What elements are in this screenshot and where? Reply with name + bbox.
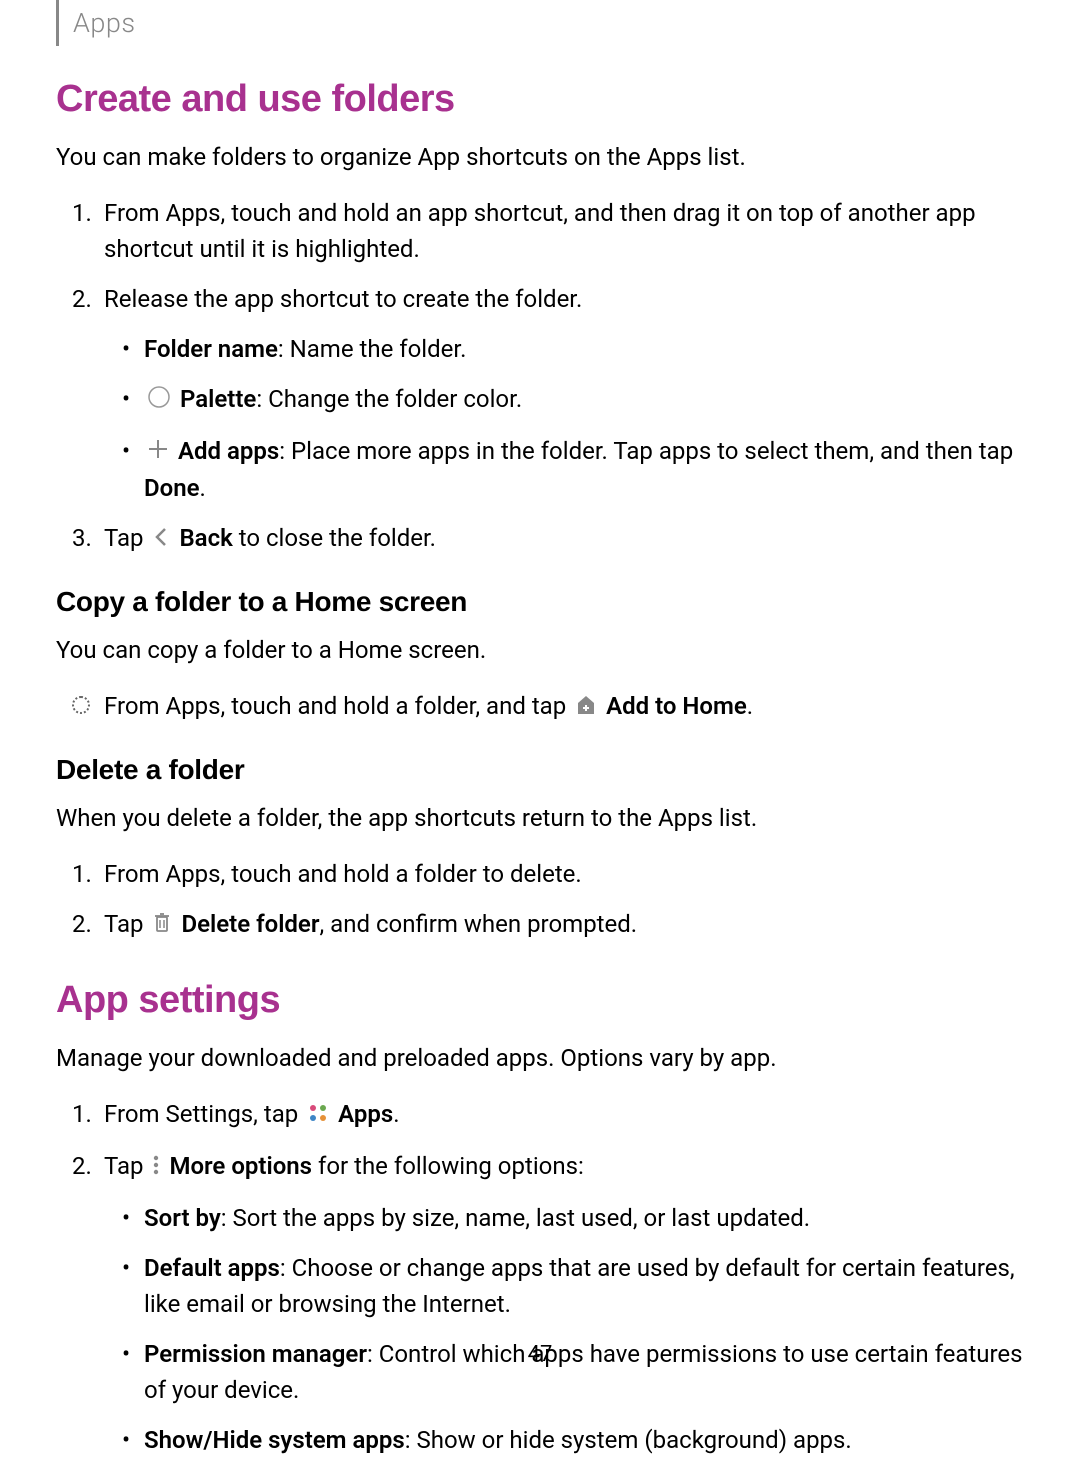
step-item: Tap More options for the following optio… [104,1148,1024,1458]
step-item: From Apps, touch and hold a folder to de… [104,856,1024,892]
sub-item: Add apps: Place more apps in the folder.… [144,433,1024,507]
more-options-icon [152,1150,160,1186]
hollow-list: From Apps, touch and hold a folder, and … [56,688,1024,726]
step-item: Release the app shortcut to create the f… [104,281,1024,506]
step-item: Tap Delete folder, and confirm when prom… [104,906,1024,944]
section-title-app-settings: App settings [56,979,1024,1022]
step-item: Tap Back to close the folder. [104,520,1024,558]
sub-item: Sort by: Sort the apps by size, name, la… [144,1200,1024,1236]
subsection-title-copy-folder: Copy a folder to a Home screen [56,586,1024,618]
palette-icon [147,383,171,419]
steps-list: From Settings, tap Apps. Tap More option… [56,1096,1024,1457]
add-to-home-icon [575,690,597,726]
subsection-title-delete-folder: Delete a folder [56,754,1024,786]
steps-list: From Apps, touch and hold a folder to de… [56,856,1024,944]
plus-icon [147,434,169,470]
intro-text: You can copy a folder to a Home screen. [56,632,1024,668]
breadcrumb-label: Apps [73,7,136,39]
back-chevron-icon [152,522,170,558]
step-item: From Settings, tap Apps. [104,1096,1024,1134]
sub-list: Folder name: Name the folder. Palette: C… [104,331,1024,506]
step-item: From Apps, touch and hold an app shortcu… [104,195,1024,267]
section-title-create-folders: Create and use folders [56,78,1024,121]
intro-text: When you delete a folder, the app shortc… [56,800,1024,836]
header-breadcrumb: Apps [56,0,1024,46]
sub-list: Sort by: Sort the apps by size, name, la… [104,1200,1024,1458]
sub-item: Palette: Change the folder color. [144,381,1024,419]
apps-grid-icon [307,1098,329,1134]
hollow-item: From Apps, touch and hold a folder, and … [104,688,1024,726]
intro-text: Manage your downloaded and preloaded app… [56,1040,1024,1076]
sub-item: Default apps: Choose or change apps that… [144,1250,1024,1322]
steps-list: From Apps, touch and hold an app shortcu… [56,195,1024,558]
intro-text: You can make folders to organize App sho… [56,139,1024,175]
sub-item: Folder name: Name the folder. [144,331,1024,367]
sub-item: Show/Hide system apps: Show or hide syst… [144,1422,1024,1458]
page-number: 47 [528,1342,553,1367]
trash-icon [152,907,172,943]
